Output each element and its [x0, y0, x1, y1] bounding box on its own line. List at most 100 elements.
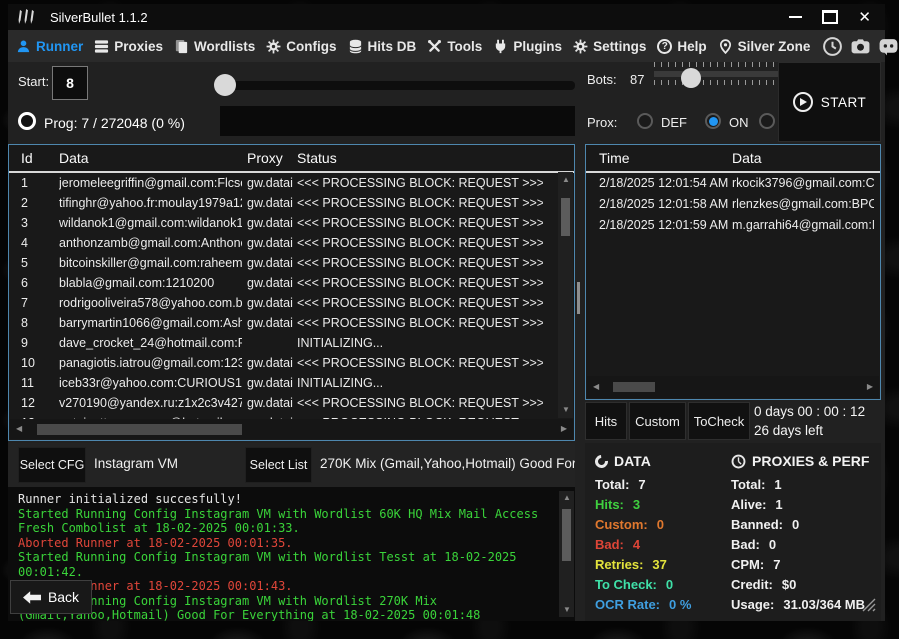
table-row[interactable]: 1jeromeleegriffin@gmail.com:Flcscmgw.dat… [9, 173, 558, 193]
menu-item-proxies[interactable]: Proxies [94, 39, 163, 54]
close-icon[interactable]: ✕ [858, 10, 871, 25]
progress-text: Prog: 7 / 272048 (0 %) [44, 115, 185, 131]
stat-row: Credit:$0 [731, 577, 796, 592]
start-label: Start: [18, 74, 49, 89]
menu-item-tools[interactable]: Tools [427, 39, 482, 54]
camera-icon[interactable] [849, 35, 872, 58]
scroll-up-icon[interactable]: ▲ [563, 494, 571, 502]
tab-custom[interactable]: Custom [629, 402, 686, 440]
radio-selected-dot [709, 117, 718, 126]
prox-label: Prox: [587, 115, 617, 130]
log-line: 00:01:42. [18, 565, 575, 580]
stat-row: Alive:1 [731, 497, 783, 512]
menu-item-settings[interactable]: Settings [573, 39, 646, 54]
days-left: 26 days left [754, 423, 823, 438]
scroll-right-icon[interactable]: ▶ [561, 425, 567, 433]
minimize-icon[interactable] [789, 16, 802, 18]
stat-row: Banned:0 [731, 517, 799, 532]
scrollbar-thumb[interactable] [561, 198, 570, 236]
progress-radio[interactable] [18, 112, 36, 130]
bots-slider[interactable] [654, 62, 782, 94]
stat-row: Custom:0 [595, 517, 664, 532]
prox-radio-on-label: ON [729, 115, 749, 130]
menu-item-silver-zone[interactable]: Silver Zone [718, 39, 811, 54]
start-slider-thumb[interactable] [214, 74, 236, 96]
runner-log: Runner initialized succesfully! Started … [8, 487, 575, 621]
history-icon[interactable] [821, 35, 844, 58]
table-row[interactable]: 5bitcoinskiller@gmail.com:raheem54gw.dat… [9, 253, 558, 273]
runner-icon [16, 39, 31, 54]
scroll-up-icon[interactable]: ▲ [562, 176, 570, 184]
splitter-handle[interactable] [577, 282, 580, 314]
discord-icon[interactable] [877, 35, 899, 58]
prox-radio-on[interactable] [705, 113, 721, 129]
maximize-icon[interactable] [822, 10, 838, 24]
scrollbar-thumb[interactable] [613, 382, 655, 392]
tools-icon [427, 39, 442, 54]
table-row[interactable]: 3wildanok1@gmail.com:wildanok177gw.datai… [9, 213, 558, 233]
horizontal-scrollbar[interactable]: ◀ ▶ [587, 376, 879, 398]
start-input[interactable] [52, 66, 88, 100]
menu-item-help[interactable]: ? Help [657, 39, 706, 54]
table-rows: 1jeromeleegriffin@gmail.com:Flcscmgw.dat… [9, 173, 558, 419]
bots-slider-track[interactable] [654, 71, 782, 77]
menu-item-configs[interactable]: Configs [266, 39, 336, 54]
table-row[interactable]: 2/18/2025 12:01:59 AMm.garrahi64@gmail.c… [586, 215, 880, 236]
table-row[interactable]: 12v270190@yandex.ru:z1x2c3v427019gw.data… [9, 393, 558, 413]
table-row[interactable]: 7rodrigooliveira578@yahoo.com.br:8gw.dat… [9, 293, 558, 313]
table-rows: 2/18/2025 12:01:54 AMrkocik3796@gmail.co… [586, 173, 880, 376]
table-row[interactable]: 2/18/2025 12:01:58 AMrlenzkes@gmail.com:… [586, 194, 880, 215]
window-title: SilverBullet 1.1.2 [50, 10, 148, 25]
select-list-button[interactable]: Select List [245, 447, 312, 483]
table-row[interactable]: 2tifinghr@yahoo.fr:moulay1979a123gw.data… [9, 193, 558, 213]
start-slider[interactable] [220, 81, 575, 90]
progress-bar [220, 106, 575, 136]
menu-item-hits-db[interactable]: Hits DB [348, 39, 417, 54]
start-button[interactable]: START [778, 62, 881, 142]
tab-tocheck[interactable]: ToCheck [688, 402, 750, 440]
plug-icon [493, 39, 508, 54]
stat-row: Retries:37 [595, 557, 667, 572]
progress-value: 7 / 272048 (0 %) [81, 115, 185, 131]
resize-grip[interactable] [862, 598, 876, 617]
menu-item-wordlists[interactable]: Wordlists [174, 39, 255, 54]
silverbullet-logo-icon [16, 8, 38, 26]
select-cfg-button[interactable]: Select CFG [18, 447, 86, 483]
window-controls: ✕ [789, 10, 885, 25]
elapsed-time: 0 days 00 : 00 : 12 [754, 404, 865, 419]
stat-row: To Check:0 [595, 577, 673, 592]
table-row[interactable]: 8barrymartin1066@gmail.com:Ashleigw.data… [9, 313, 558, 333]
scroll-down-icon[interactable]: ▼ [562, 406, 570, 414]
tab-hits[interactable]: Hits [585, 402, 627, 440]
log-line: Started Running Config Instagram VM with… [18, 550, 575, 565]
table-row[interactable]: 2/18/2025 12:01:54 AMrkocik3796@gmail.co… [586, 173, 880, 194]
prox-radio-def[interactable] [637, 113, 653, 129]
bots-slider-thumb[interactable] [681, 68, 701, 88]
table-row[interactable]: 6blabla@gmail.com:1210200gw.datai<<< PRO… [9, 273, 558, 293]
gauge-icon [731, 454, 746, 469]
back-arrow-icon [23, 591, 41, 604]
back-button[interactable]: Back [10, 580, 92, 614]
table-row[interactable]: 9dave_crocket_24@hotmail.com:FSarINITIAL… [9, 333, 558, 353]
scroll-down-icon[interactable]: ▼ [563, 606, 571, 614]
scroll-right-icon[interactable]: ▶ [867, 383, 873, 391]
menubar: Runner Proxies Wordlists Configs Hits DB… [8, 30, 885, 62]
stats-panel: DATA Total:7 Hits:3 Custom:0 Bad:4 Retri… [585, 443, 881, 621]
scrollbar-thumb[interactable] [37, 424, 242, 435]
log-line: Aborted Runner at 18-02-2025 00:01:43. [18, 579, 575, 594]
log-line: Fresh Combolist at 18-02-2025 00:01:33. [18, 521, 575, 536]
scroll-left-icon[interactable]: ◀ [16, 425, 22, 433]
table-row[interactable]: 11iceb33r@yahoo.com:CURIOUS1!gw.dataiINI… [9, 373, 558, 393]
table-row[interactable]: 4anthonzamb@gmail.com:Anthonellgw.datai<… [9, 233, 558, 253]
log-line: Started Running Config Instagram VM with… [18, 594, 575, 609]
table-header: Time Data [586, 145, 880, 173]
table-row[interactable]: 10panagiotis.iatrou@gmail.com:12345gw.da… [9, 353, 558, 373]
vertical-scrollbar[interactable]: ▲ ▼ [558, 172, 573, 418]
prox-radio-off[interactable] [759, 113, 775, 129]
menu-item-plugins[interactable]: Plugins [493, 39, 562, 54]
menu-item-runner[interactable]: Runner [16, 39, 83, 54]
scrollbar-thumb[interactable] [562, 509, 571, 561]
horizontal-scrollbar[interactable]: ◀ ▶ [10, 419, 573, 439]
scroll-left-icon[interactable]: ◀ [593, 383, 599, 391]
log-scrollbar[interactable]: ▲ ▼ [559, 491, 574, 617]
